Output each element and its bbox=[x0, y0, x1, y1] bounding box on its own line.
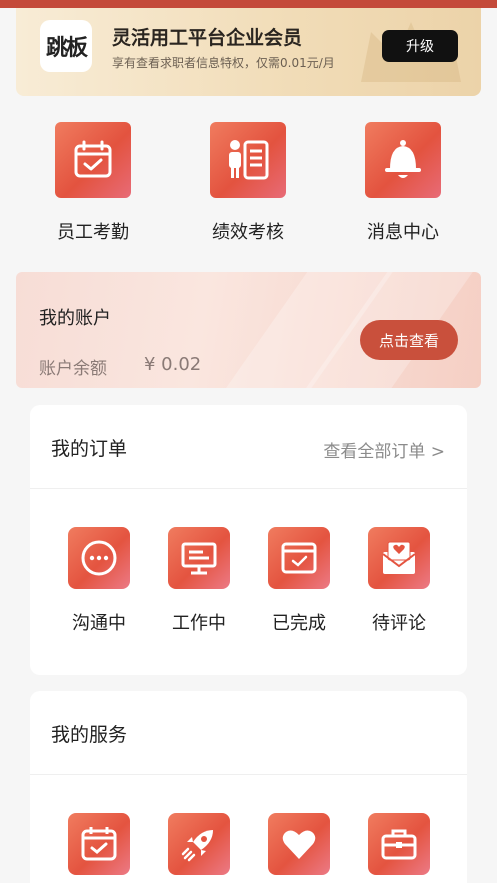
orders-card: 我的订单 查看全部订单 > 沟通中 工作中 已完成 待评论 bbox=[30, 405, 467, 675]
rocket-icon bbox=[168, 813, 230, 875]
member-banner[interactable]: 跳板 灵活用工平台企业会员 享有查看求职者信息特权，仅需0.01元/月 升级 bbox=[16, 8, 481, 96]
service-item-attendance[interactable] bbox=[54, 813, 144, 875]
order-status-label: 已完成 bbox=[272, 613, 326, 634]
order-status-label: 沟通中 bbox=[72, 613, 126, 634]
service-item-jobs[interactable] bbox=[354, 813, 444, 875]
balance-label: 账户余额 bbox=[39, 359, 107, 379]
calendar-check-icon bbox=[55, 122, 131, 198]
account-title: 我的账户 bbox=[39, 308, 111, 329]
member-title: 灵活用工平台企业会员 bbox=[112, 27, 303, 49]
briefcase-icon bbox=[368, 813, 430, 875]
order-status-communicating[interactable]: 沟通中 bbox=[54, 527, 144, 635]
balance-value: ¥ 0.02 bbox=[144, 354, 202, 375]
upgrade-button[interactable]: 升级 bbox=[382, 30, 458, 62]
services-card: 我的服务 bbox=[30, 691, 467, 883]
quick-item-messages[interactable]: 消息中心 bbox=[343, 118, 463, 244]
chat-bubble-icon bbox=[68, 527, 130, 589]
quick-item-label: 消息中心 bbox=[367, 222, 439, 243]
person-document-icon bbox=[210, 122, 286, 198]
order-status-pending-review[interactable]: 待评论 bbox=[354, 527, 444, 635]
services-title: 我的服务 bbox=[51, 724, 128, 746]
orders-header: 我的订单 查看全部订单 > bbox=[30, 405, 467, 489]
service-item-boost[interactable] bbox=[154, 813, 244, 875]
quick-actions: 员工考勤 绩效考核 消息中心 bbox=[0, 118, 497, 248]
order-status-label: 待评论 bbox=[372, 613, 426, 634]
envelope-heart-icon bbox=[368, 527, 430, 589]
quick-item-label: 员工考勤 bbox=[57, 222, 129, 243]
order-status-working[interactable]: 工作中 bbox=[154, 527, 244, 635]
view-all-orders-link[interactable]: 查看全部订单 > bbox=[323, 437, 445, 462]
bell-icon bbox=[365, 122, 441, 198]
quick-item-label: 绩效考核 bbox=[212, 222, 284, 243]
calendar-check-icon bbox=[68, 813, 130, 875]
desk-icon bbox=[168, 527, 230, 589]
app-logo: 跳板 bbox=[40, 20, 92, 72]
service-item-favorites[interactable] bbox=[254, 813, 344, 875]
quick-item-performance[interactable]: 绩效考核 bbox=[188, 118, 308, 244]
services-header: 我的服务 bbox=[30, 691, 467, 775]
order-status-label: 工作中 bbox=[172, 613, 226, 634]
heart-icon bbox=[268, 813, 330, 875]
order-status-completed[interactable]: 已完成 bbox=[254, 527, 344, 635]
calendar-done-icon bbox=[268, 527, 330, 589]
member-subtitle: 享有查看求职者信息特权，仅需0.01元/月 bbox=[112, 56, 335, 70]
orders-title: 我的订单 bbox=[51, 438, 128, 460]
top-strip bbox=[0, 0, 497, 8]
view-account-button[interactable]: 点击查看 bbox=[360, 320, 458, 360]
account-card: 我的账户 账户余额 ¥ 0.02 点击查看 bbox=[16, 272, 481, 388]
logo-text: 跳板 bbox=[45, 35, 88, 61]
quick-item-attendance[interactable]: 员工考勤 bbox=[33, 118, 153, 244]
